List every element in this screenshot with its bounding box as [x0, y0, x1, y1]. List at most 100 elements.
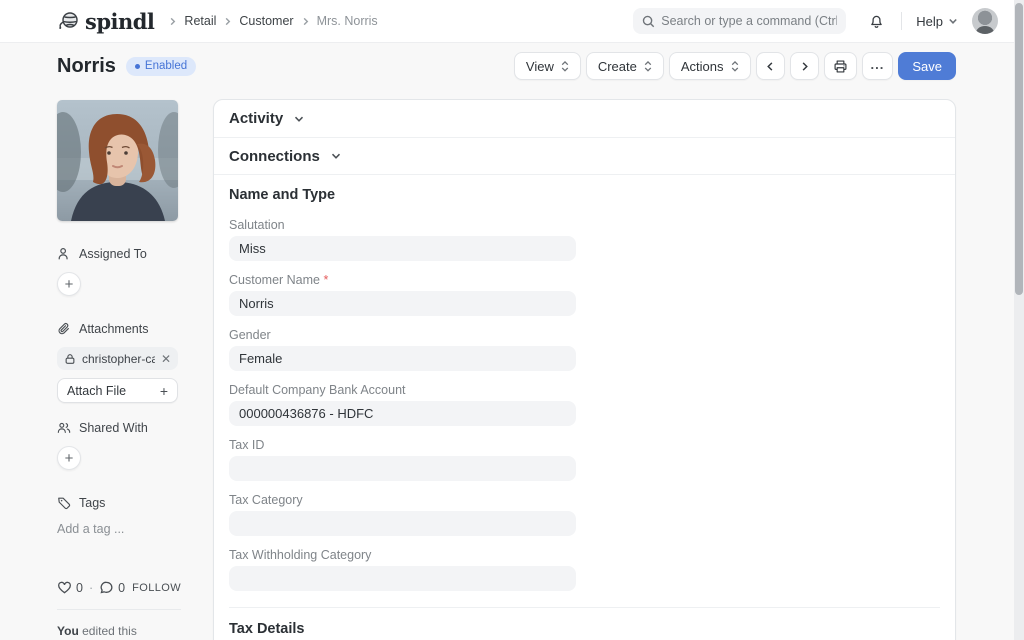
help-menu[interactable]: Help: [916, 14, 958, 29]
record-sidebar: Assigned To + Attachments christopher-ca…: [57, 100, 181, 640]
gender-input[interactable]: [229, 346, 576, 371]
assigned-to-section: Assigned To: [57, 247, 181, 261]
app-logo[interactable]: spindl: [57, 9, 154, 34]
add-tag-input[interactable]: Add a tag ...: [57, 522, 181, 536]
connections-label: Connections: [229, 148, 320, 165]
status-dot: [135, 64, 140, 69]
name-and-type-section: Name and Type Salutation Customer Name *…: [214, 175, 955, 640]
default-bank-account-field: Default Company Bank Account: [229, 383, 576, 426]
default-bank-account-label: Default Company Bank Account: [229, 383, 406, 397]
save-button-label: Save: [912, 59, 942, 74]
social-row: 0 · 0 FOLLOW: [57, 580, 181, 595]
required-marker: *: [323, 273, 328, 287]
tag-icon: [57, 496, 71, 510]
customer-photo[interactable]: [57, 100, 178, 221]
create-button-label: Create: [598, 59, 637, 74]
attachment-chip[interactable]: christopher-camp ✕: [57, 347, 178, 370]
customer-name-label: Customer Name: [229, 273, 320, 287]
create-button[interactable]: Create: [586, 52, 664, 80]
tax-id-input[interactable]: [229, 456, 576, 481]
edited-action: edited this: [82, 624, 137, 638]
attachment-filename: christopher-camp: [82, 352, 155, 366]
chevron-down-icon: [948, 16, 958, 26]
follow-button[interactable]: FOLLOW: [132, 582, 181, 594]
comments-count: 0: [118, 581, 125, 595]
likes-count: 0: [76, 581, 83, 595]
actions-button[interactable]: Actions: [669, 52, 751, 80]
attach-file-button[interactable]: Attach File +: [57, 378, 178, 403]
tax-withholding-category-input[interactable]: [229, 566, 576, 591]
global-search[interactable]: [633, 8, 846, 34]
user-avatar[interactable]: [972, 8, 998, 34]
count-separator: ·: [89, 581, 93, 595]
printer-icon: [833, 59, 848, 74]
select-chevrons-icon: [731, 61, 739, 72]
comment-icon[interactable]: [99, 580, 114, 595]
breadcrumb: Retail Customer Mrs. Norris: [168, 14, 377, 28]
lock-icon: [64, 353, 76, 365]
tax-withholding-category-field: Tax Withholding Category: [229, 548, 576, 591]
gender-label: Gender: [229, 328, 271, 342]
shared-with-label: Shared With: [79, 421, 148, 435]
add-share-button[interactable]: +: [57, 446, 81, 470]
gender-field: Gender: [229, 328, 576, 371]
print-button[interactable]: [824, 52, 857, 80]
paperclip-icon: [57, 322, 71, 336]
remove-attachment-icon[interactable]: ✕: [161, 352, 171, 366]
tax-category-field: Tax Category: [229, 493, 576, 536]
chevron-down-icon: [330, 150, 342, 162]
salutation-label: Salutation: [229, 218, 285, 232]
page-header: Norris Enabled View Create Actions: [57, 52, 956, 80]
default-bank-account-input[interactable]: [229, 401, 576, 426]
plus-icon: +: [160, 383, 168, 399]
tax-withholding-category-label: Tax Withholding Category: [229, 548, 371, 562]
attachments-section: Attachments: [57, 322, 181, 336]
breadcrumb-current: Mrs. Norris: [317, 14, 378, 28]
view-button-label: View: [526, 59, 554, 74]
assigned-to-label: Assigned To: [79, 247, 147, 261]
tax-category-input[interactable]: [229, 511, 576, 536]
logo-wordmark: spindl: [85, 9, 154, 34]
activity-section-toggle[interactable]: Activity: [214, 100, 955, 138]
tags-label: Tags: [79, 496, 105, 510]
connections-section-toggle[interactable]: Connections: [214, 138, 955, 175]
edited-by: You: [57, 624, 79, 638]
add-assignment-button[interactable]: +: [57, 272, 81, 296]
scrollbar-thumb[interactable]: [1015, 3, 1023, 295]
notifications-bell-icon[interactable]: [868, 13, 885, 30]
people-icon: [57, 421, 71, 435]
yarn-logo-icon: [57, 9, 81, 33]
chevron-right-icon: [168, 17, 177, 26]
save-button[interactable]: Save: [898, 52, 956, 80]
attachments-label: Attachments: [79, 322, 148, 336]
breadcrumb-retail[interactable]: Retail: [184, 14, 216, 28]
chevron-right-icon: [799, 61, 810, 72]
prev-record-button[interactable]: [756, 52, 785, 80]
breadcrumb-customer[interactable]: Customer: [239, 14, 293, 28]
select-chevrons-icon: [561, 61, 569, 72]
select-chevrons-icon: [644, 61, 652, 72]
sidebar-divider: [57, 609, 181, 610]
search-icon: [642, 15, 655, 28]
more-options-button[interactable]: ...: [862, 52, 894, 80]
top-bar: spindl Retail Customer Mrs. Norris: [0, 0, 1024, 43]
search-input[interactable]: [661, 14, 837, 28]
ellipsis-icon: ...: [871, 57, 885, 72]
page-title: Norris: [57, 55, 116, 78]
chevron-right-icon: [223, 17, 232, 26]
name-and-type-heading: Name and Type: [229, 187, 940, 203]
edited-meta: You edited thisjust now: [57, 622, 181, 640]
next-record-button[interactable]: [790, 52, 819, 80]
salutation-input[interactable]: [229, 236, 576, 261]
tax-id-label: Tax ID: [229, 438, 264, 452]
actions-button-label: Actions: [681, 59, 724, 74]
status-badge: Enabled: [126, 57, 196, 76]
attach-file-label: Attach File: [67, 384, 126, 398]
tax-details-heading: Tax Details: [229, 621, 940, 637]
heart-icon[interactable]: [57, 580, 72, 595]
person-icon: [57, 247, 71, 261]
section-divider: [229, 607, 940, 608]
view-button[interactable]: View: [514, 52, 581, 80]
customer-name-input[interactable]: [229, 291, 576, 316]
chevron-left-icon: [765, 61, 776, 72]
